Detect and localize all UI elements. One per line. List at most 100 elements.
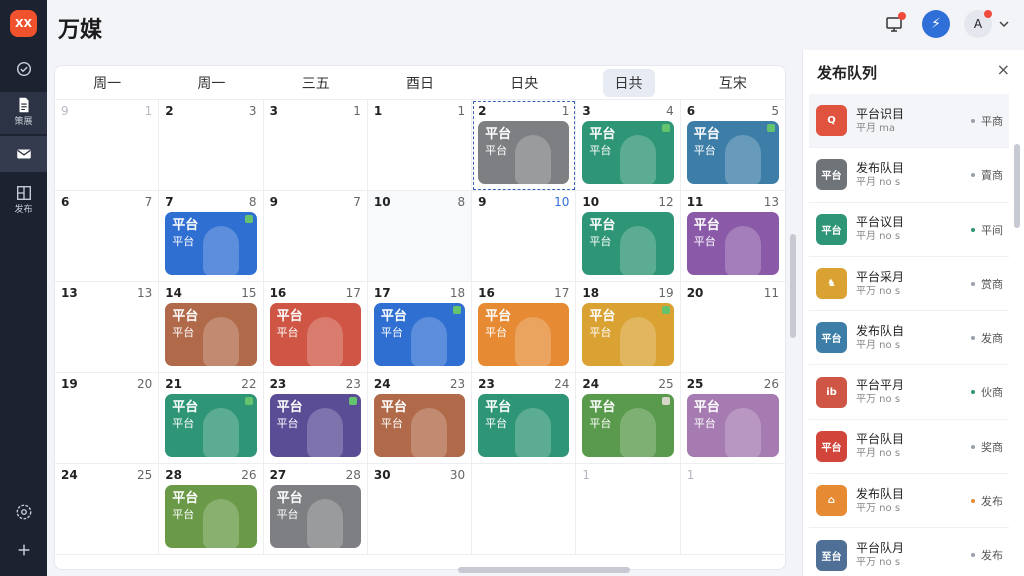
scheduled-post-card[interactable]: 平台 平台 bbox=[686, 212, 779, 275]
scheduled-post-card[interactable]: 平台 平台 bbox=[478, 394, 570, 457]
scheduled-post-card[interactable]: 平台 平台 bbox=[373, 394, 466, 457]
day-number: 9 bbox=[61, 104, 69, 118]
chevron-down-icon[interactable] bbox=[998, 18, 1010, 30]
queue-scrollbar[interactable] bbox=[1014, 144, 1020, 228]
scheduled-post-card[interactable]: 平台 平台 bbox=[165, 485, 257, 548]
calendar-day-cell[interactable] bbox=[472, 464, 577, 555]
queue-item[interactable]: ib 平台平月 平万 no s 伙商 bbox=[809, 365, 1009, 420]
scheduled-post-card[interactable]: 平台 平台 bbox=[269, 394, 361, 457]
post-platform-title: 平台 bbox=[380, 309, 407, 324]
day-secondary-number: 25 bbox=[658, 377, 674, 391]
post-platform-subtitle: 平台 bbox=[172, 508, 195, 521]
scheduled-post-card[interactable]: 平台 平台 bbox=[373, 303, 466, 366]
calendar-day-cell[interactable]: 23 24 平台 平台 bbox=[472, 373, 577, 464]
avatar-button[interactable]: A bbox=[964, 10, 992, 38]
scheduled-post-card[interactable]: 平台 平台 bbox=[269, 303, 361, 366]
day-number: 23 bbox=[478, 377, 495, 391]
calendar-day-cell[interactable]: 19 20 bbox=[55, 373, 160, 464]
calendar-vertical-scrollbar[interactable] bbox=[790, 234, 796, 338]
scheduled-post-card[interactable]: 平台 平台 bbox=[686, 121, 779, 184]
calendar-day-cell[interactable]: 21 22 平台 平台 bbox=[159, 373, 264, 464]
calendar-day-cell[interactable]: 3 4 平台 平台 bbox=[576, 100, 681, 191]
day-secondary-number: 1 bbox=[353, 104, 361, 118]
queue-item[interactable]: 平台 发布队目 平月 no s 賣商 bbox=[809, 148, 1009, 203]
post-platform-subtitle: 平台 bbox=[380, 417, 403, 430]
calendar-horizontal-scrollbar[interactable] bbox=[458, 567, 630, 573]
calendar-day-cell[interactable]: 17 18 平台 平台 bbox=[367, 282, 473, 373]
queue-item-thumbnail: ⌂ bbox=[816, 485, 847, 517]
status-marker bbox=[453, 306, 462, 314]
check-nav-item[interactable] bbox=[0, 60, 47, 80]
documents-nav-item[interactable]: 策展 bbox=[0, 92, 47, 134]
scheduled-post-card[interactable]: 平台 平台 bbox=[165, 303, 257, 366]
queue-item[interactable]: Q 平台识目 平月 ma 平商 bbox=[809, 94, 1009, 149]
calendar-day-cell[interactable]: 10 8 bbox=[367, 191, 473, 282]
calendar-day-cell[interactable]: 16 17 平台 平台 bbox=[472, 282, 577, 373]
scheduled-post-card[interactable]: 平台 平台 bbox=[478, 121, 570, 184]
queue-item[interactable]: 平台 发布队自 平月 no s 发商 bbox=[809, 311, 1009, 366]
calendar-day-cell[interactable]: 67 bbox=[55, 191, 160, 282]
calendar-day-cell[interactable]: 11 bbox=[367, 100, 473, 191]
status-marker bbox=[661, 306, 670, 314]
post-platform-title: 平台 bbox=[589, 218, 616, 233]
calendar-day-cell[interactable]: 16 17 平台 平台 bbox=[263, 282, 368, 373]
monitor-button[interactable] bbox=[880, 10, 908, 38]
calendar-day-cell[interactable]: 27 28 平台 平台 bbox=[263, 464, 368, 555]
calendar-day-cell[interactable]: 18 19 平台 平台 bbox=[576, 282, 681, 373]
calendar-day-cell[interactable]: 28 26 平台 平台 bbox=[159, 464, 264, 555]
calendar-day-cell[interactable]: 20 11 bbox=[680, 282, 785, 373]
queue-item[interactable]: ⌂ 发布队目 平万 no s 发布 bbox=[809, 474, 1009, 529]
post-platform-title: 平台 bbox=[276, 400, 303, 415]
calendar-day-cell[interactable]: 24 25 bbox=[55, 464, 160, 555]
calendar-day-cell[interactable]: 9 10 bbox=[472, 191, 577, 282]
queue-item-subtitle: 平万 no s bbox=[856, 502, 901, 514]
calendar-day-cell[interactable]: 1 bbox=[576, 464, 681, 555]
calendar-day-cell[interactable]: 1 bbox=[680, 464, 785, 555]
calendar-day-cell[interactable]: 24 25 平台 平台 bbox=[576, 373, 681, 464]
scheduled-post-card[interactable]: 平台 平台 bbox=[165, 394, 257, 457]
calendar-day-cell[interactable]: 23 23 平台 平台 bbox=[263, 373, 368, 464]
calendar-day-cell[interactable]: 7 8 平台 平台 bbox=[159, 191, 264, 282]
queue-item[interactable]: 平台 平台议目 平月 no s 平间 bbox=[809, 203, 1009, 257]
calendar-day-cell[interactable]: 25 26 平台 平台 bbox=[680, 373, 785, 464]
queue-item-name: 平台议目 bbox=[856, 215, 905, 230]
scheduled-post-card[interactable]: 平台 平台 bbox=[165, 212, 257, 275]
post-platform-subtitle: 平台 bbox=[172, 326, 195, 339]
scheduled-post-card[interactable]: 平台 平台 bbox=[582, 303, 674, 366]
weekday-label: 酉日 bbox=[405, 75, 434, 92]
mail-nav-item[interactable] bbox=[0, 136, 47, 172]
calendar-day-cell[interactable]: 10 12 平台 平台 bbox=[576, 191, 681, 282]
queue-item-thumbnail: ib bbox=[816, 376, 847, 408]
calendar-day-cell[interactable]: 24 23 平台 平台 bbox=[367, 373, 473, 464]
post-platform-subtitle: 平台 bbox=[485, 326, 508, 339]
scheduled-post-card[interactable]: 平台 平台 bbox=[582, 121, 674, 184]
calendar-day-cell[interactable]: 91 bbox=[55, 100, 160, 191]
day-number: 7 bbox=[165, 195, 174, 209]
calendar-day-cell[interactable]: 97 bbox=[263, 191, 368, 282]
calendar-day-cell[interactable]: 13 13 bbox=[55, 282, 160, 373]
queue-item[interactable]: 至台 平台队月 平万 no s 发布 bbox=[809, 528, 1009, 576]
queue-item[interactable]: ♞ 平台采月 平万 no s 赏商 bbox=[809, 257, 1009, 312]
close-icon[interactable]: × bbox=[997, 60, 1010, 79]
queue-item[interactable]: 平台 平台队目 平月 no s 奖商 bbox=[809, 420, 1009, 475]
calendar-day-cell[interactable]: 30 30 bbox=[367, 464, 473, 555]
calendar-day-cell[interactable]: 2 1 平台 平台 bbox=[472, 100, 577, 191]
calendar-day-cell[interactable]: 6 5 平台 平台 bbox=[680, 100, 785, 191]
settings-button[interactable] bbox=[0, 503, 47, 525]
calendar-day-cell[interactable]: 14 15 平台 平台 bbox=[159, 282, 264, 373]
bolt-button[interactable]: ⚡ bbox=[922, 10, 950, 38]
scheduled-post-card[interactable]: 平台 平台 bbox=[582, 212, 674, 275]
add-button[interactable] bbox=[0, 541, 47, 563]
scheduled-post-card[interactable]: 平台 平台 bbox=[582, 394, 674, 457]
scheduled-post-card[interactable]: 平台 平台 bbox=[686, 394, 779, 457]
calendar-day-cell[interactable]: 23 bbox=[159, 100, 264, 191]
calendar-day-cell[interactable]: 31 bbox=[263, 100, 368, 191]
queue-item-status-label: 平商 bbox=[981, 115, 1003, 128]
layout-nav-item[interactable]: 发布 bbox=[0, 184, 47, 224]
day-secondary-number: 24 bbox=[554, 377, 570, 391]
status-marker bbox=[348, 397, 357, 405]
weekday-label: 日央 bbox=[510, 75, 539, 92]
scheduled-post-card[interactable]: 平台 平台 bbox=[269, 485, 361, 548]
calendar-day-cell[interactable]: 11 13 平台 平台 bbox=[680, 191, 785, 282]
scheduled-post-card[interactable]: 平台 平台 bbox=[478, 303, 570, 366]
